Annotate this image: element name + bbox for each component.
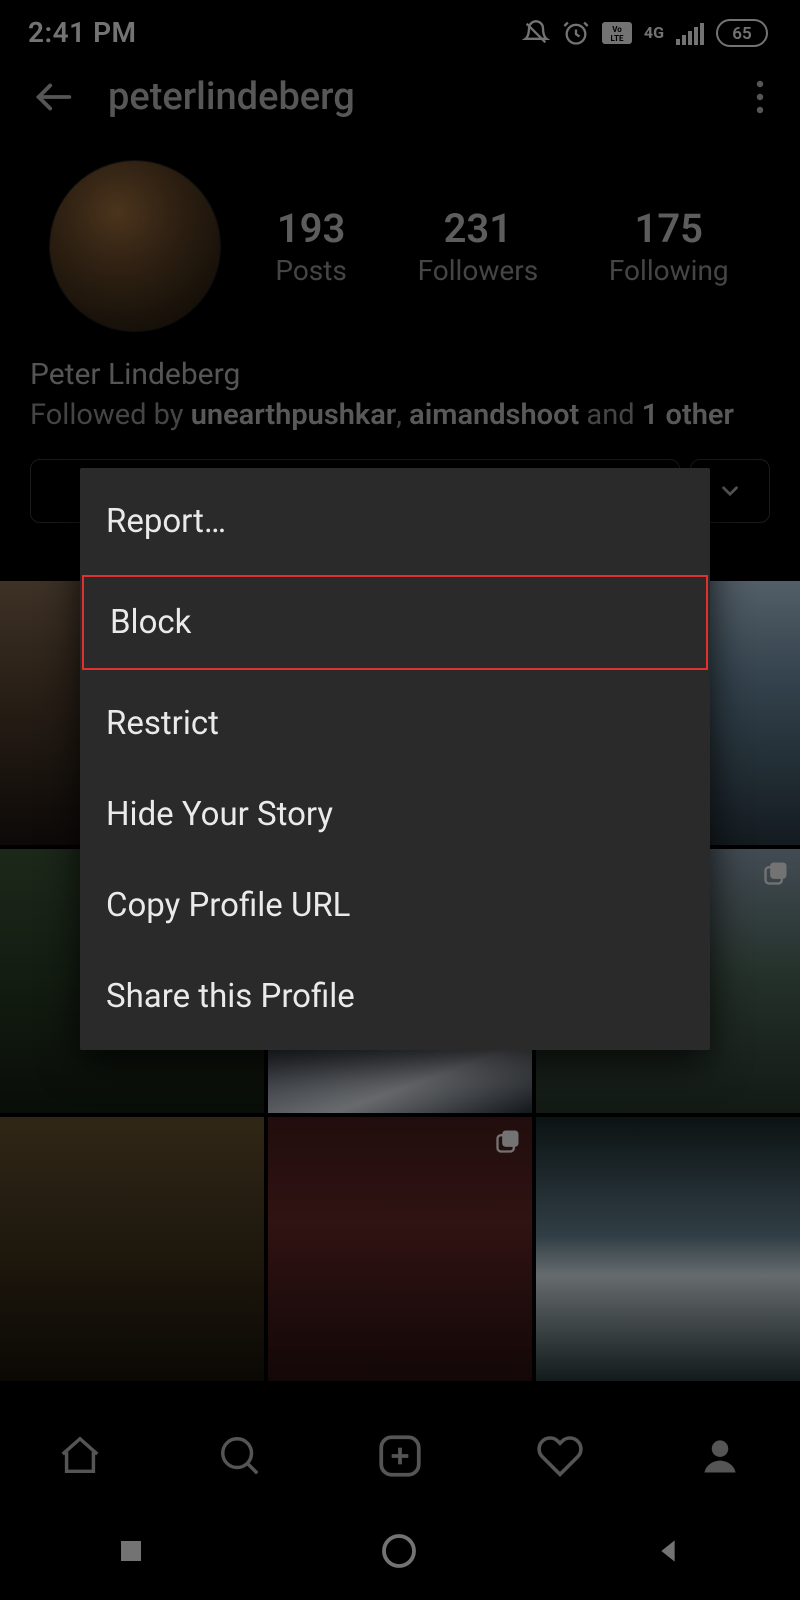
menu-share-profile[interactable]: Share this Profile — [80, 951, 710, 1042]
menu-block[interactable]: Block — [82, 575, 708, 670]
menu-hide-story[interactable]: Hide Your Story — [80, 769, 710, 860]
screen: 2:41 PM VoLTE 4G 65 peterlindeberg — [0, 0, 800, 1600]
menu-report[interactable]: Report… — [80, 476, 710, 567]
menu-copy-url[interactable]: Copy Profile URL — [80, 860, 710, 951]
menu-restrict[interactable]: Restrict — [80, 678, 710, 769]
options-menu: Report… Block Restrict Hide Your Story C… — [80, 468, 710, 1050]
